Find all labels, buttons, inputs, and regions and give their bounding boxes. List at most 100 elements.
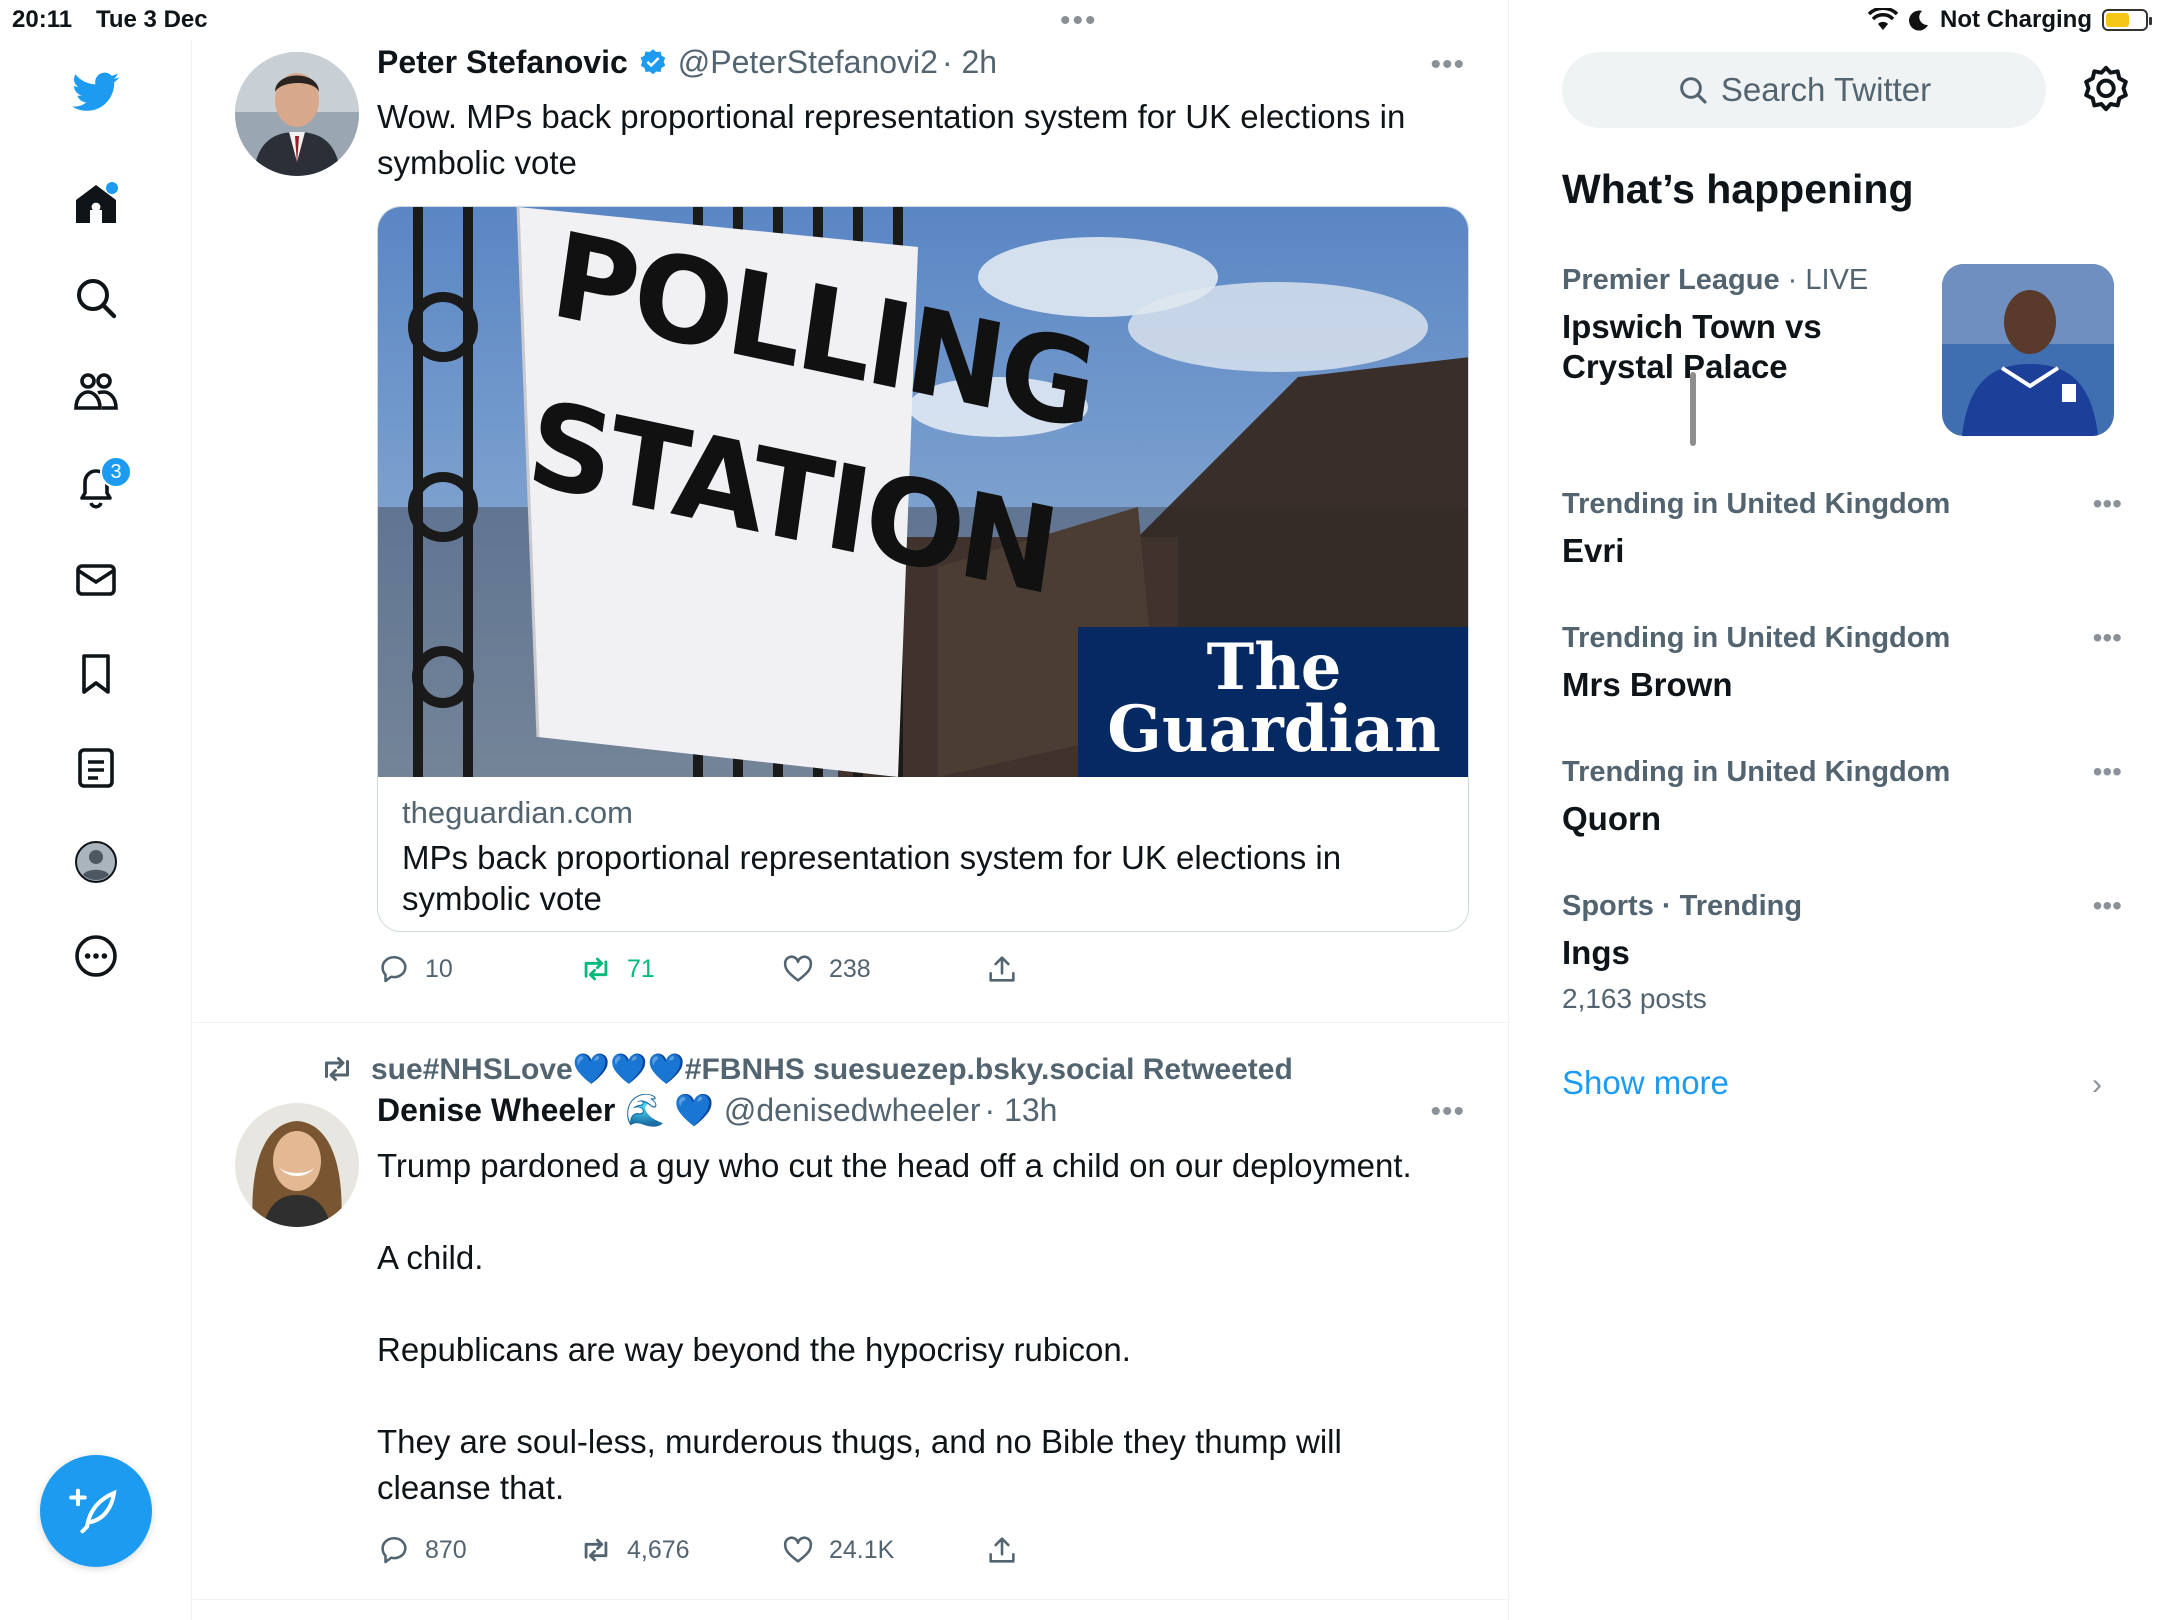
search-input[interactable]: Search Twitter xyxy=(1562,52,2046,128)
timeline[interactable]: Peter Stefanovic @PeterStefanovi2 · 2h ••… xyxy=(193,0,1696,1620)
reply-count: 870 xyxy=(425,1535,467,1564)
trend-meta: Trending in United Kingdom xyxy=(1562,622,1951,654)
retweet-count: 71 xyxy=(627,954,655,983)
trend-item[interactable]: Trending in United Kingdom Mrs Brown ••• xyxy=(1562,622,2122,705)
tweet-paragraph: Trump pardoned a guy who cut the head of… xyxy=(377,1147,1412,1184)
trend-meta: Trending in United Kingdom xyxy=(1562,488,1951,520)
tweet-time[interactable]: · 13h xyxy=(985,1092,1058,1129)
notifications-badge: 3 xyxy=(100,456,132,488)
trend-more-icon[interactable]: ••• xyxy=(2093,756,2122,788)
tweet-more-icon[interactable]: ••• xyxy=(1430,48,1465,82)
author-avatar[interactable] xyxy=(235,1103,359,1227)
trend-thumbnail[interactable] xyxy=(1942,264,2114,436)
retweeted-by[interactable]: sue#NHSLove💙💙💙#FBNHS suesuezep.bsky.soci… xyxy=(319,1051,1293,1087)
nav-profile[interactable] xyxy=(60,826,132,898)
reply-icon xyxy=(381,1537,407,1564)
retweet-icon xyxy=(584,957,608,981)
tweet[interactable]: sue#NHSLove💙💙💙#FBNHS suesuezep.bsky.soci… xyxy=(193,1023,1509,1600)
share-icon xyxy=(989,1537,1015,1563)
trend-live-label: · LIVE xyxy=(1779,264,1869,296)
link-card-title: MPs back proportional representation sys… xyxy=(402,839,1342,917)
whats-happening-title: What’s happening xyxy=(1562,166,1914,212)
search-icon xyxy=(1680,77,1707,104)
tweet-text: Trump pardoned a guy who cut the head of… xyxy=(377,1143,1457,1511)
heart-icon xyxy=(783,955,813,982)
author-name[interactable]: Denise Wheeler xyxy=(377,1092,615,1129)
search-icon xyxy=(77,279,117,319)
author-handle[interactable]: @PeterStefanovi2 xyxy=(678,44,938,81)
search-placeholder: Search Twitter xyxy=(1720,71,1932,108)
guardian-logo: The Guardian xyxy=(1078,627,1468,777)
trend-name: Ipswich Town vs Crystal Palace xyxy=(1562,308,1822,385)
like-button[interactable]: 238 xyxy=(781,952,985,986)
link-card-domain: theguardian.com xyxy=(402,795,633,830)
link-card[interactable]: POLLING STATION The Guardian theguardian… xyxy=(377,206,1469,932)
nav-communities[interactable] xyxy=(60,356,132,428)
trend-item[interactable]: Trending in United Kingdom Evri ••• xyxy=(1562,488,2122,571)
tweet-more-icon[interactable]: ••• xyxy=(1430,1095,1465,1129)
tweet-time[interactable]: · 2h xyxy=(942,44,997,81)
compose-feather-icon xyxy=(69,1488,117,1534)
nav-bookmarks[interactable] xyxy=(60,638,132,710)
author-handle[interactable]: @denisedwheeler xyxy=(724,1092,981,1129)
right-sidebar: Search Twitter What’s happening Premier … xyxy=(1510,0,2160,1620)
show-more-link[interactable]: Show more xyxy=(1562,1064,1729,1102)
settings-button[interactable] xyxy=(2078,62,2134,118)
nav-notifications[interactable]: 3 xyxy=(60,450,132,522)
trend-more-icon[interactable]: ••• xyxy=(2093,488,2122,520)
trend-item[interactable]: Sports · Trending Ings 2,163 posts ••• xyxy=(1562,890,2122,1015)
gear-icon xyxy=(2084,65,2128,112)
trend-more-icon[interactable]: ••• xyxy=(2093,622,2122,654)
tweet-actions: 870 4,676 24.1K xyxy=(377,1533,1019,1567)
tweet-header: Peter Stefanovic @PeterStefanovi2 · 2h xyxy=(377,44,997,81)
nav-more[interactable] xyxy=(60,920,132,992)
trend-name: Ings xyxy=(1562,934,1630,971)
trend-name: Quorn xyxy=(1562,800,1661,837)
retweet-button[interactable]: 71 xyxy=(579,952,781,986)
guardian-logo-line2: Guardian xyxy=(1107,692,1441,767)
verified-badge-icon xyxy=(640,48,666,74)
like-count: 24.1K xyxy=(829,1535,895,1564)
lists-icon xyxy=(78,748,114,788)
profile-avatar-icon xyxy=(75,841,117,883)
tweet-paragraph: A child. xyxy=(377,1239,484,1276)
nav-home[interactable] xyxy=(60,168,132,240)
retweet-icon xyxy=(584,1538,608,1562)
trend-more-icon[interactable]: ••• xyxy=(2093,890,2122,922)
author-name[interactable]: Peter Stefanovic xyxy=(377,44,628,81)
share-icon xyxy=(989,956,1015,982)
author-name-emoji: 🌊 💙 xyxy=(625,1092,714,1128)
tweet-paragraph: Republicans are way beyond the hypocrisy… xyxy=(377,1331,1131,1368)
more-circle-icon xyxy=(75,935,117,977)
reply-button[interactable]: 870 xyxy=(377,1533,579,1567)
guardian-logo-line1: The xyxy=(1206,630,1342,705)
chevron-right-icon[interactable]: › xyxy=(2092,1068,2102,1102)
nav-explore[interactable] xyxy=(60,262,132,334)
retweet-button[interactable]: 4,676 xyxy=(579,1533,781,1567)
heart-icon xyxy=(783,1536,813,1563)
tweet-text: Wow. MPs back proportional representatio… xyxy=(377,98,1406,181)
reply-button[interactable]: 10 xyxy=(377,952,579,986)
trend-category: Premier League xyxy=(1562,264,1780,296)
trend-meta: Trending in United Kingdom xyxy=(1562,756,1951,788)
status-date: Tue 3 Dec xyxy=(96,6,208,33)
home-unread-dot xyxy=(106,182,118,194)
retweeted-by-text: sue#NHSLove💙💙💙#FBNHS suesuezep.bsky.soci… xyxy=(371,1052,1293,1086)
like-button[interactable]: 24.1K xyxy=(781,1533,985,1567)
left-navigation: 3 xyxy=(0,40,192,1620)
nav-lists[interactable] xyxy=(60,732,132,804)
nav-messages[interactable] xyxy=(60,544,132,616)
tweet-actions: 10 71 238 xyxy=(377,952,1019,986)
twitter-logo-icon[interactable] xyxy=(60,56,132,128)
author-avatar[interactable] xyxy=(235,52,359,176)
trend-item[interactable]: Trending in United Kingdom Quorn ••• xyxy=(1562,756,2122,839)
tweet[interactable]: Peter Stefanovic @PeterStefanovi2 · 2h ••… xyxy=(193,0,1509,1023)
trend-meta: Sports · Trending xyxy=(1562,890,1803,922)
trend-post-count: 2,163 posts xyxy=(1562,983,1707,1014)
compose-tweet-button[interactable] xyxy=(40,1455,152,1567)
share-button[interactable] xyxy=(985,952,1019,986)
status-time: 20:11 xyxy=(12,6,73,33)
share-button[interactable] xyxy=(985,1533,1019,1567)
envelope-icon xyxy=(76,564,116,596)
retweet-icon xyxy=(325,1057,349,1081)
